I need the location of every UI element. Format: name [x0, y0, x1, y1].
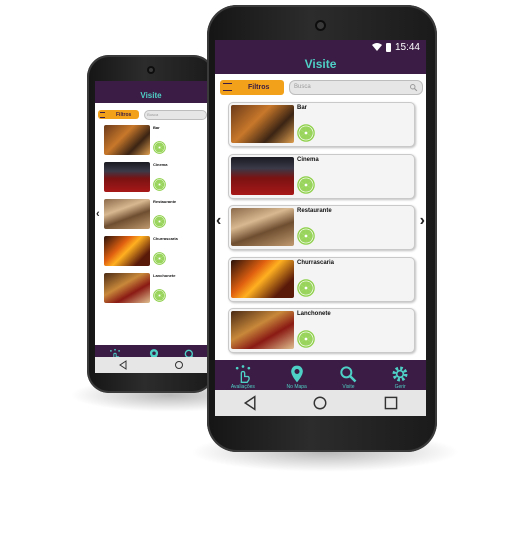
filters-button[interactable]: Filtros — [220, 79, 284, 95]
app-title: Visite — [95, 89, 207, 103]
back-nav-icon[interactable] — [242, 395, 258, 411]
category-card[interactable]: Churrascaria — [103, 236, 201, 268]
category-photo — [104, 236, 150, 266]
menu-icon — [223, 83, 232, 91]
lime-logo-icon — [297, 330, 315, 348]
filter-row: Filtros Busca — [215, 78, 426, 96]
category-photo — [231, 311, 294, 349]
status-time: 15:44 — [394, 41, 420, 53]
tab-visite[interactable]: Visite — [338, 364, 358, 390]
category-photo — [104, 125, 150, 155]
status-bar — [95, 81, 207, 89]
next-arrow-icon[interactable]: › — [420, 212, 425, 230]
tab-no-mapa[interactable]: No Mapa — [287, 364, 307, 390]
category-name: Restaurante — [297, 208, 332, 214]
category-photo — [231, 156, 294, 195]
front-phone: 15:44 Visite Filtros Busca Bar Cinema Rest… — [207, 5, 437, 452]
filters-button[interactable]: Filtros — [98, 110, 140, 119]
category-card[interactable]: Churrascaria — [228, 256, 415, 302]
app-title: Visite — [215, 54, 426, 74]
prev-arrow-icon[interactable]: ‹ — [216, 212, 221, 230]
lime-logo-icon — [297, 175, 315, 194]
tab-avaliacoes[interactable]: Avaliações — [231, 364, 255, 390]
system-nav-bar — [95, 357, 207, 373]
category-card[interactable]: Bar — [228, 102, 415, 147]
category-card[interactable]: Restaurante — [103, 199, 201, 231]
hand-stars-icon — [235, 365, 251, 383]
category-card[interactable]: Cinema — [228, 153, 415, 199]
category-name: Bar — [153, 125, 160, 130]
gear-icon — [392, 366, 408, 382]
lime-logo-icon — [153, 215, 166, 228]
category-card[interactable]: Cinema — [103, 162, 201, 194]
category-card[interactable]: Restaurante — [228, 205, 415, 250]
search-placeholder: Busca — [147, 112, 159, 117]
filter-row: Filtros Busca — [95, 109, 207, 120]
lime-logo-icon — [153, 141, 166, 154]
category-card[interactable]: Lanchonete — [103, 273, 201, 305]
system-nav-bar — [215, 390, 426, 416]
back-phone-screen: Visite Filtros Busca Bar Cinema Restaurant… — [95, 81, 207, 373]
search-placeholder: Busca — [294, 84, 311, 90]
lime-logo-icon — [153, 178, 166, 191]
category-name: Cinema — [153, 162, 168, 167]
lime-logo-icon — [153, 252, 166, 265]
front-phone-camera — [315, 20, 326, 31]
lime-logo-icon — [153, 289, 166, 302]
category-name: Lanchonete — [153, 273, 176, 278]
home-nav-icon[interactable] — [312, 395, 328, 411]
map-pin-icon — [290, 365, 303, 383]
category-photo — [231, 208, 294, 246]
home-nav-icon[interactable] — [174, 360, 184, 370]
search-input[interactable]: Busca — [144, 109, 207, 120]
category-photo — [231, 105, 294, 143]
category-name: Restaurante — [153, 199, 177, 204]
category-card[interactable]: Lanchonete — [228, 308, 415, 353]
prev-arrow-icon[interactable]: ‹ — [96, 208, 100, 220]
category-name: Cinema — [297, 156, 319, 163]
recents-nav-icon[interactable] — [383, 395, 399, 411]
category-name: Lanchonete — [297, 311, 331, 317]
category-photo — [104, 273, 150, 303]
search-icon — [340, 366, 357, 383]
category-photo — [104, 199, 150, 229]
filters-label: Filtros — [116, 111, 132, 118]
back-nav-icon[interactable] — [118, 360, 128, 370]
status-bar: 15:44 — [215, 40, 426, 54]
tab-bar: Avaliações No Mapa Visite Gerir — [215, 360, 426, 390]
lime-logo-icon — [297, 124, 315, 142]
category-photo — [231, 259, 294, 298]
category-card[interactable]: Bar — [103, 125, 201, 157]
wifi-icon — [371, 43, 382, 51]
back-phone-camera — [147, 66, 155, 74]
lime-logo-icon — [297, 227, 315, 245]
category-name: Churrascaria — [297, 259, 335, 266]
battery-icon — [385, 42, 391, 52]
back-phone: Visite Filtros Busca Bar Cinema Restaurant… — [87, 55, 215, 393]
tab-gerir[interactable]: Gerir — [390, 364, 410, 390]
front-phone-screen: 15:44 Visite Filtros Busca Bar Cinema Rest… — [215, 40, 426, 416]
category-photo — [104, 162, 150, 192]
menu-icon — [100, 111, 105, 118]
search-input[interactable]: Busca — [289, 79, 423, 95]
category-name: Bar — [297, 105, 308, 111]
search-icon — [410, 83, 418, 91]
lime-logo-icon — [297, 278, 315, 297]
category-name: Churrascaria — [153, 236, 178, 241]
filters-label: Filtros — [248, 83, 270, 91]
